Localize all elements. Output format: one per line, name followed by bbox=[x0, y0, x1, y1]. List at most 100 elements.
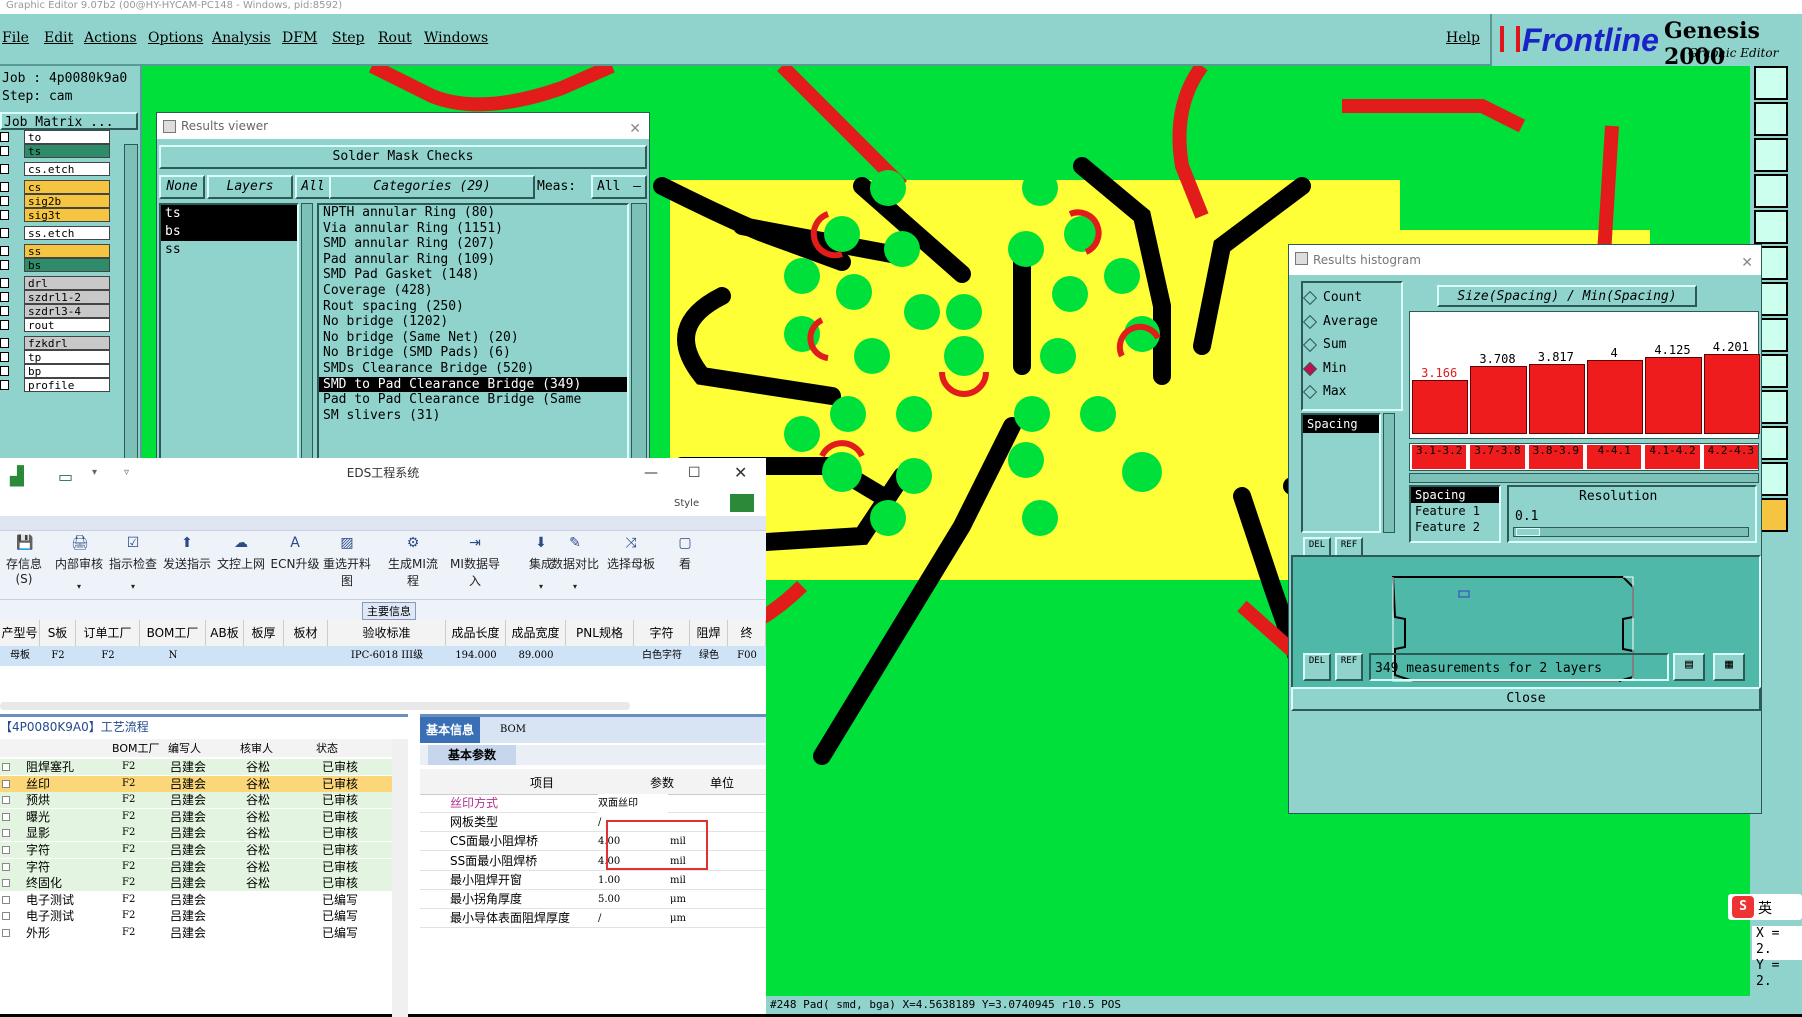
layer-checkbox[interactable] bbox=[0, 278, 9, 288]
tool-zoom-icon[interactable] bbox=[1754, 66, 1788, 100]
menu-step[interactable]: Step bbox=[332, 30, 364, 46]
list-item[interactable]: SMD to Pad Clearance Bridge (349) bbox=[319, 376, 627, 393]
param-row[interactable]: 最小阻焊开窗 1.00 mil bbox=[420, 871, 766, 890]
expand-icon[interactable] bbox=[2, 879, 10, 888]
layer-checkbox[interactable] bbox=[0, 182, 9, 192]
column-header[interactable]: 验收标准 bbox=[328, 620, 446, 646]
ribbon-button[interactable]: ⇥ MI数据导入 bbox=[448, 535, 502, 589]
histogram-range[interactable]: 3.1-3.2 bbox=[1412, 445, 1467, 469]
histogram-scrollbar[interactable] bbox=[1409, 473, 1759, 483]
layer-row[interactable]: rout bbox=[0, 318, 112, 332]
table-row[interactable]: 母板 F2 F2 N IPC-6018 III级 194.000 89.000 白色字符 绿色 F… bbox=[0, 646, 766, 666]
layer-result-list[interactable]: ts bs ss bbox=[159, 203, 299, 467]
column-header[interactable]: 板材 bbox=[284, 620, 328, 646]
ribbon-button[interactable]: ⚙ 生成MI流程 bbox=[386, 535, 440, 589]
categories-button[interactable]: Categories (29) bbox=[329, 175, 535, 199]
ribbon-button[interactable]: ⬆ 发送指示 bbox=[160, 535, 214, 572]
menu-actions[interactable]: Actions bbox=[84, 30, 137, 46]
layer-scrollbar[interactable] bbox=[124, 144, 138, 464]
ribbon-button[interactable]: ☑ 指示检查 ▾ bbox=[106, 535, 160, 591]
param-value[interactable]: 5.00 bbox=[598, 890, 668, 909]
histogram-bar[interactable] bbox=[1470, 366, 1527, 434]
layer-row[interactable]: szdrl1-2 bbox=[0, 290, 112, 304]
solder-mask-checks-header[interactable]: Solder Mask Checks bbox=[159, 145, 647, 169]
param-value[interactable]: / bbox=[598, 909, 668, 928]
flow-row[interactable]: 字符 F2 吕建会 谷松 已审核 bbox=[0, 842, 408, 858]
histogram-range[interactable]: 4.1-4.2 bbox=[1645, 445, 1700, 469]
menu-help[interactable]: Help bbox=[1446, 30, 1480, 46]
expand-icon[interactable] bbox=[2, 862, 10, 871]
layer-checkbox[interactable] bbox=[0, 320, 9, 330]
list-item[interactable]: Rout spacing (250) bbox=[319, 299, 627, 315]
chevron-down-icon[interactable]: ▾ bbox=[52, 582, 106, 591]
layers-button[interactable]: Layers bbox=[207, 175, 293, 199]
layer-row[interactable]: sig3t bbox=[0, 208, 112, 222]
ribbon-button[interactable]: ▨ 重选开料图 bbox=[320, 535, 374, 589]
layer-checkbox[interactable] bbox=[0, 260, 9, 270]
histogram-range[interactable]: 3.7-3.8 bbox=[1470, 445, 1525, 469]
column-header[interactable]: 板厚 bbox=[244, 620, 284, 646]
layer-checkbox[interactable] bbox=[0, 292, 9, 302]
ribbon-button[interactable]: A ECN升级 bbox=[268, 535, 322, 572]
layer-checkbox[interactable] bbox=[0, 246, 9, 256]
customize-icon[interactable]: ▿ bbox=[124, 458, 129, 488]
expand-icon[interactable] bbox=[2, 779, 10, 788]
histogram-range[interactable]: 3.8-3.9 bbox=[1528, 445, 1583, 469]
histogram-bar[interactable] bbox=[1587, 360, 1644, 434]
expand-icon[interactable] bbox=[2, 829, 10, 838]
layer-checkbox[interactable] bbox=[0, 196, 9, 206]
column-header[interactable]: AB板 bbox=[206, 620, 244, 646]
flow-scrollbar[interactable] bbox=[392, 739, 408, 1017]
menu-file[interactable]: File bbox=[2, 30, 29, 46]
minimize-icon[interactable]: — bbox=[644, 458, 658, 488]
layer-row[interactable]: bp bbox=[0, 364, 112, 378]
list-item[interactable]: Via annular Ring (1151) bbox=[319, 221, 627, 237]
list-item[interactable]: Feature 2 bbox=[1411, 519, 1499, 535]
column-header[interactable]: 终 bbox=[728, 620, 766, 646]
results-viewer-titlebar[interactable]: Results viewer ✕ bbox=[157, 113, 649, 139]
layer-row[interactable]: cs bbox=[0, 180, 112, 194]
tool-snap-icon[interactable] bbox=[1754, 174, 1788, 208]
param-row[interactable]: 最小导体表面阻焊厚度 / μm bbox=[420, 909, 766, 929]
list-item[interactable]: Pad annular Ring (109) bbox=[319, 252, 627, 268]
grid-icon[interactable] bbox=[730, 494, 754, 512]
menu-options[interactable]: Options bbox=[148, 30, 203, 46]
resolution-slider[interactable] bbox=[1513, 527, 1749, 537]
chart-icon[interactable]: ▟ bbox=[10, 462, 24, 492]
layer-checkbox[interactable] bbox=[0, 210, 9, 220]
column-header[interactable]: 阻焊 bbox=[690, 620, 728, 646]
flow-column-header[interactable]: 核审人 bbox=[240, 740, 273, 756]
layer-row[interactable]: profile bbox=[0, 378, 112, 392]
layer-row[interactable]: to bbox=[0, 130, 112, 144]
close-icon[interactable]: ✕ bbox=[734, 458, 747, 488]
flow-row[interactable]: 预烘 F2 吕建会 谷松 已审核 bbox=[0, 792, 408, 809]
graph-icon[interactable]: ▦ bbox=[1713, 653, 1745, 681]
job-matrix-button[interactable]: Job Matrix ... bbox=[0, 112, 138, 130]
layer-row[interactable]: tp bbox=[0, 350, 112, 364]
histogram-bar[interactable] bbox=[1528, 364, 1585, 434]
histogram-bar[interactable] bbox=[1412, 379, 1469, 434]
list-item[interactable]: ts bbox=[161, 205, 297, 223]
layer-checkbox[interactable] bbox=[0, 164, 9, 174]
style-label[interactable]: Style bbox=[674, 498, 699, 509]
list-item[interactable]: ss bbox=[161, 241, 297, 259]
param-row[interactable]: SS面最小阻焊桥 4.00 mil bbox=[420, 852, 766, 871]
tab-bom[interactable]: BOM bbox=[500, 717, 526, 743]
report-icon[interactable]: ▤ bbox=[1673, 653, 1705, 681]
layer-checkbox[interactable] bbox=[0, 146, 9, 156]
close-icon[interactable]: ✕ bbox=[1741, 248, 1753, 278]
list-item[interactable]: Spacing bbox=[1303, 415, 1379, 433]
histogram-range[interactable]: 4-4.1 bbox=[1587, 445, 1642, 469]
meas-select[interactable]: All — bbox=[591, 175, 647, 199]
column-header[interactable]: BOM工厂 bbox=[140, 620, 206, 646]
tool-select-icon[interactable] bbox=[1754, 210, 1788, 244]
chevron-down-icon[interactable]: ▾ bbox=[548, 582, 602, 591]
flow-row[interactable]: 丝印 F2 吕建会 谷松 已审核 bbox=[0, 775, 408, 792]
all-button[interactable]: All bbox=[295, 175, 331, 199]
chevron-down-icon[interactable]: ▾ bbox=[106, 582, 160, 591]
dropdown-icon[interactable]: ▾ bbox=[92, 458, 97, 488]
column-header[interactable]: 产型号 bbox=[0, 620, 40, 646]
column-header[interactable]: PNL规格 bbox=[566, 620, 634, 646]
expand-icon[interactable] bbox=[2, 763, 10, 771]
layer-checkbox[interactable] bbox=[0, 366, 9, 376]
